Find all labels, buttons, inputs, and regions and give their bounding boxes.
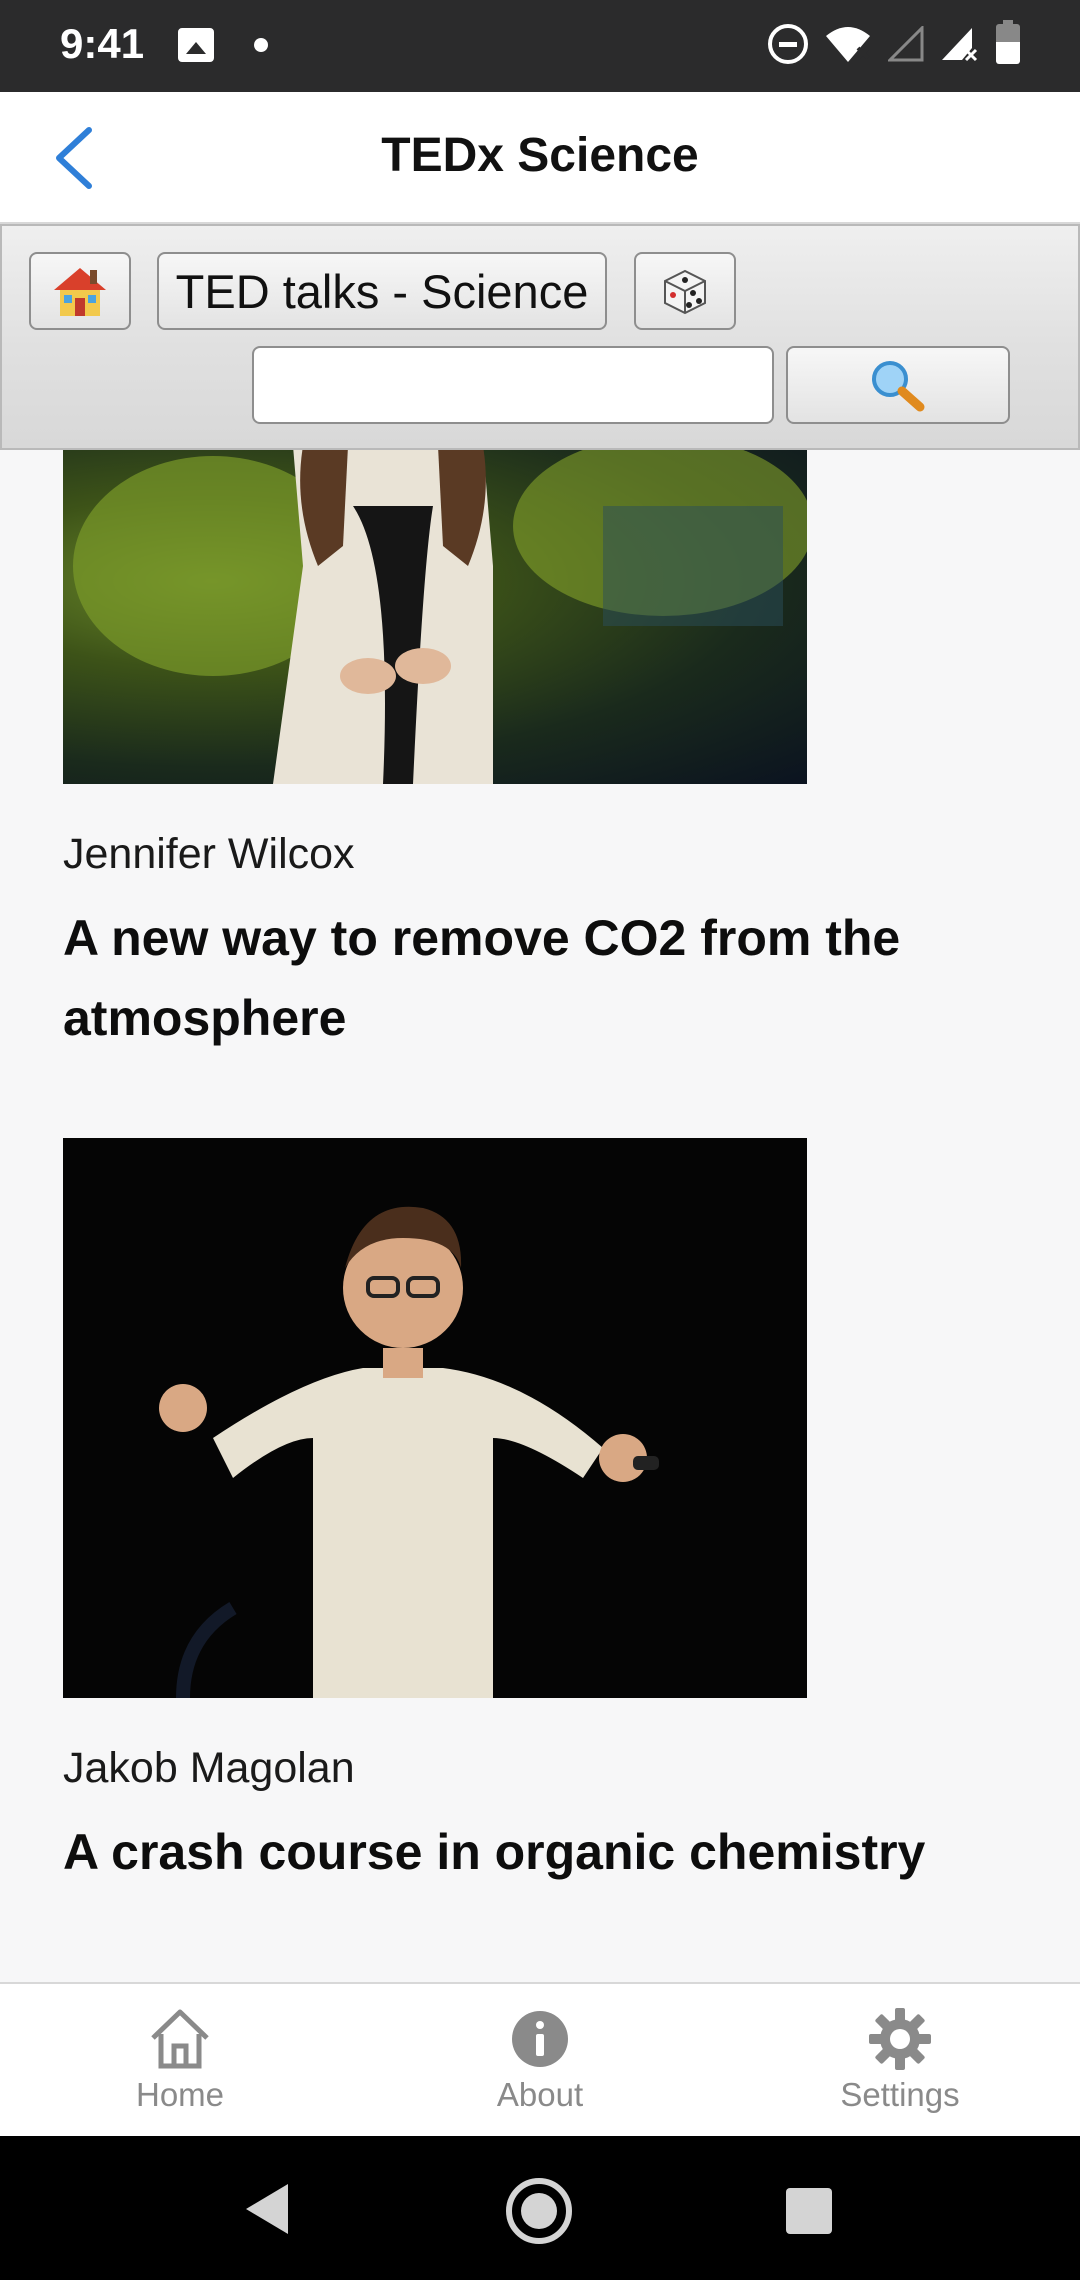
- status-right-icons: [768, 20, 1020, 64]
- wifi-icon: [824, 24, 872, 64]
- tab-bar: Home About Settings: [0, 1982, 1080, 2136]
- tab-label: About: [496, 2076, 584, 2113]
- dot-icon: [254, 38, 268, 52]
- talk-thumbnail[interactable]: [63, 1138, 807, 1698]
- magnifier-icon: [872, 361, 925, 412]
- speaker-name: Jakob Magolan: [63, 1744, 355, 1792]
- speaker-photo: [73, 450, 807, 784]
- talk-thumbnail[interactable]: [63, 450, 807, 784]
- home-circle-icon[interactable]: [506, 2178, 572, 2244]
- back-triangle-icon[interactable]: [244, 2182, 290, 2236]
- image-icon: [178, 28, 214, 62]
- random-button[interactable]: [634, 252, 736, 330]
- info-icon: [512, 2011, 568, 2067]
- tab-label: Home: [135, 2076, 225, 2113]
- house-icon: [54, 268, 106, 316]
- status-left-icons: [178, 28, 268, 62]
- toolbar: TED talks - Science: [0, 224, 1080, 450]
- gear-icon: [869, 2008, 931, 2070]
- talk-title[interactable]: A crash course in organic chemistry: [63, 1812, 993, 1892]
- talk-feed: Jennifer Wilcox A new way to remove CO2 …: [0, 450, 1080, 1967]
- signal-icon: [940, 26, 980, 62]
- dice-icon: [664, 269, 706, 315]
- recents-square-icon[interactable]: [786, 2188, 832, 2234]
- dnd-icon: [768, 24, 808, 64]
- app-header: TEDx Science: [0, 92, 1080, 224]
- speaker-photo: [159, 1206, 659, 1698]
- tab-settings[interactable]: Settings: [800, 2004, 1000, 2114]
- tab-label: Settings: [840, 2076, 960, 2113]
- talk-title[interactable]: A new way to remove CO2 from the atmosph…: [63, 898, 993, 1058]
- tab-home[interactable]: Home: [80, 2004, 280, 2114]
- search-input[interactable]: [252, 346, 774, 424]
- battery-icon: [996, 20, 1020, 64]
- speaker-name: Jennifer Wilcox: [63, 830, 355, 878]
- page-title: TEDx Science: [381, 129, 699, 182]
- status-time: 9:41: [60, 20, 145, 67]
- category-button[interactable]: TED talks - Science: [157, 252, 607, 330]
- home-icon: [151, 2009, 209, 2069]
- status-bar: 9:41: [0, 0, 1080, 92]
- signal-icon: [888, 26, 924, 62]
- home-button[interactable]: [29, 252, 131, 330]
- search-button[interactable]: [786, 346, 1010, 424]
- system-nav-bar: [0, 2136, 1080, 2280]
- tab-about[interactable]: About: [440, 2004, 640, 2114]
